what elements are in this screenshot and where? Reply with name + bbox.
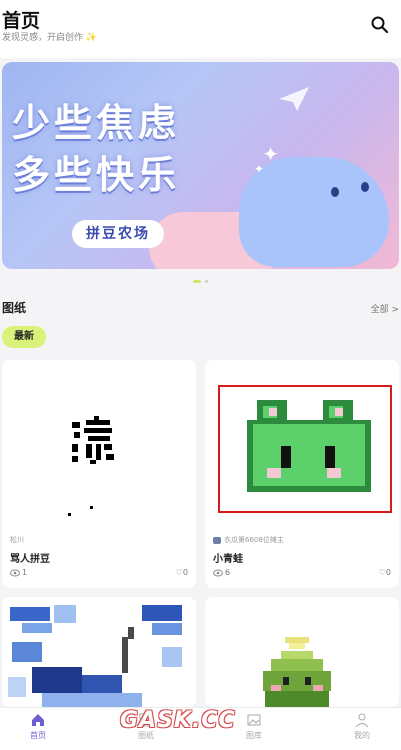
card-author: 松川 bbox=[10, 536, 24, 544]
mascot-eye bbox=[361, 182, 369, 192]
section-title: 图纸 bbox=[2, 301, 27, 315]
card-title: 小青蛙 bbox=[213, 554, 243, 565]
like-button[interactable]: ♡0 bbox=[176, 568, 188, 577]
eye-icon bbox=[213, 569, 223, 577]
pattern-card[interactable] bbox=[205, 597, 399, 707]
like-count: 0 bbox=[182, 568, 188, 577]
heart-icon: ♡ bbox=[175, 568, 183, 577]
robot-icon bbox=[213, 536, 221, 544]
heart-icon: ♡ bbox=[378, 568, 386, 577]
pattern-thumbnail bbox=[205, 597, 399, 707]
search-icon bbox=[371, 16, 389, 34]
carousel-dot-active bbox=[193, 280, 201, 283]
tab-label: 首页 bbox=[30, 731, 46, 740]
banner-tag: 拼豆农场 bbox=[72, 220, 164, 248]
card-title: 骂人拼豆 bbox=[10, 554, 50, 565]
pattern-thumbnail bbox=[2, 597, 196, 707]
tab-profile[interactable]: 我的 bbox=[332, 712, 392, 741]
banner-headline-1: 少些焦虑 bbox=[12, 101, 181, 145]
search-button[interactable] bbox=[369, 14, 391, 36]
paper-plane-icon bbox=[279, 87, 309, 111]
tab-label: 我的 bbox=[354, 731, 370, 740]
page-title: 首页 bbox=[2, 10, 41, 32]
page-subtitle: 发现灵感，开启创作 ✨ bbox=[2, 33, 98, 43]
watermark: GASK.CC bbox=[120, 708, 236, 733]
like-button[interactable]: ♡0 bbox=[379, 568, 391, 577]
view-all-link[interactable]: 全部 > bbox=[371, 302, 399, 315]
tab-label: 图库 bbox=[246, 731, 262, 740]
home-icon bbox=[32, 714, 44, 726]
promo-banner[interactable]: ✦ ✦ 少些焦虑 多些快乐 拼豆农场 bbox=[2, 62, 399, 269]
mascot-eye bbox=[331, 187, 339, 197]
eye-icon bbox=[10, 569, 20, 577]
pattern-thumbnail bbox=[2, 360, 196, 528]
view-count: 6 bbox=[225, 568, 231, 577]
view-count: 1 bbox=[22, 568, 28, 577]
highlight-box bbox=[218, 385, 392, 513]
card-stats: 6 ♡0 bbox=[213, 568, 391, 580]
tab-home[interactable]: 首页 bbox=[8, 712, 68, 741]
pattern-card[interactable]: 松川 骂人拼豆 1 ♡0 bbox=[2, 360, 196, 588]
sparkle-icon: ✦ bbox=[262, 142, 279, 166]
header: 首页 发现灵感，开启创作 ✨ bbox=[0, 0, 401, 58]
filter-chip-latest[interactable]: 最新 bbox=[2, 326, 46, 348]
pattern-card[interactable]: 衣瓜第6608位摊主 小青蛙 6 ♡0 bbox=[205, 360, 399, 588]
card-stats: 1 ♡0 bbox=[10, 568, 188, 580]
carousel-dot bbox=[205, 280, 208, 283]
sparkle-icon: ✦ bbox=[253, 162, 264, 176]
pattern-card[interactable] bbox=[2, 597, 196, 707]
image-icon bbox=[247, 714, 261, 726]
card-author: 衣瓜第6608位摊主 bbox=[213, 535, 284, 545]
person-icon bbox=[355, 713, 369, 728]
like-count: 0 bbox=[385, 568, 391, 577]
banner-headline-2: 多些快乐 bbox=[12, 153, 181, 197]
